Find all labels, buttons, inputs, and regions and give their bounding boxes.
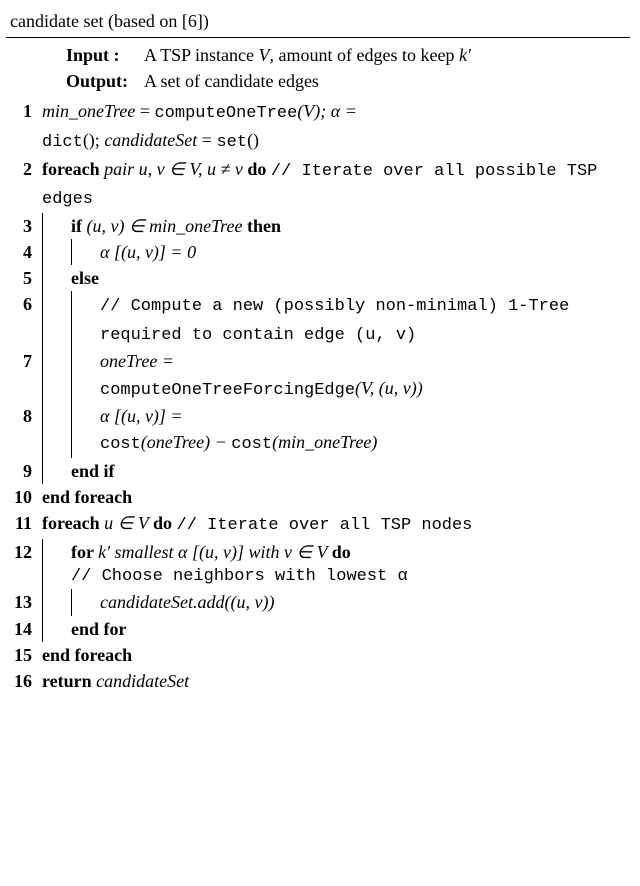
keyword: end foreach (42, 487, 132, 507)
line-number: 16 (6, 668, 42, 694)
comment: // Choose neighbors with lowest α (71, 565, 630, 590)
keyword: end foreach (42, 645, 132, 665)
comment: // Compute a new (possibly non-minimal) … (100, 297, 569, 345)
text: () (247, 130, 259, 150)
algo-line: 1 min_oneTree = computeOneTree(V); α = d… (6, 98, 630, 155)
line-number: 1 (6, 98, 42, 124)
algo-line: 9 end if (6, 458, 630, 484)
keyword: then (247, 216, 281, 236)
text: pair u, v ∈ V, u ≠ v (104, 159, 247, 179)
text: k' smallest α [(u, v)] with v ∈ V (98, 542, 332, 562)
text: ((u, v)) (224, 592, 274, 612)
text: u ∈ V (104, 513, 153, 533)
func: computeOneTreeForcingEdge (100, 381, 355, 400)
algo-line: 13 candidateSet.add((u, v)) (6, 589, 630, 615)
line-number: 15 (6, 642, 42, 668)
rule-top (6, 37, 630, 38)
func: cost (100, 435, 141, 454)
keyword: end if (71, 461, 115, 481)
var: oneTree = (100, 351, 174, 371)
text: (min_oneTree) (272, 432, 377, 452)
line-number: 2 (6, 156, 42, 182)
keyword: end for (71, 619, 127, 639)
var: candidateSet (96, 671, 189, 691)
line-number: 9 (6, 458, 42, 484)
algo-line: 11 foreach u ∈ V do // Iterate over all … (6, 510, 630, 539)
output-text: A set of candidate edges (144, 68, 630, 94)
keyword: if (71, 216, 87, 236)
text: = (197, 130, 216, 150)
line-number: 12 (6, 539, 42, 565)
line-number: 8 (6, 403, 42, 429)
algo-line: 15 end foreach (6, 642, 630, 668)
func: computeOneTree (154, 104, 297, 123)
algo-line: 16 return candidateSet (6, 668, 630, 694)
line-number: 13 (6, 589, 42, 615)
text: = (135, 101, 154, 121)
text: (V, (u, v)) (355, 378, 423, 398)
keyword: do (247, 159, 271, 179)
comment: // Iterate over all TSP nodes (177, 516, 473, 535)
line-number: 6 (6, 291, 42, 317)
text: (); (83, 130, 105, 150)
output-label: Output: (66, 68, 144, 94)
keyword: return (42, 671, 96, 691)
keyword: foreach (42, 159, 104, 179)
keyword: foreach (42, 513, 104, 533)
keyword: else (71, 268, 99, 288)
algo-line: 6 // Compute a new (possibly non-minimal… (6, 291, 630, 348)
text: (oneTree) − (141, 432, 231, 452)
line-number: 10 (6, 484, 42, 510)
algo-line: 5 else (6, 265, 630, 291)
input-label: Input : (66, 42, 144, 68)
algo-line: 10 end foreach (6, 484, 630, 510)
text: α [(u, v)] = 0 (100, 242, 196, 262)
func: set (216, 133, 247, 152)
algo-line: 8 α [(u, v)] = cost(oneTree) − cost(min_… (6, 403, 630, 458)
algo-line: 12 for k' smallest α [(u, v)] with v ∈ V… (6, 539, 630, 590)
text: (V); α = (297, 101, 357, 121)
keyword: do (153, 513, 177, 533)
keyword: do (332, 542, 351, 562)
var: candidateSet.add (100, 592, 224, 612)
line-number: 7 (6, 348, 42, 374)
line-number: 5 (6, 265, 42, 291)
text: (u, v) ∈ min_oneTree (87, 216, 247, 236)
algo-line: 7 oneTree = computeOneTreeForcingEdge(V,… (6, 348, 630, 403)
algo-line: 2 foreach pair u, v ∈ V, u ≠ v do // Ite… (6, 156, 630, 213)
keyword: for (71, 542, 98, 562)
algorithm-caption: candidate set (based on [6]) (6, 8, 630, 34)
var: min_oneTree (42, 101, 135, 121)
input-text: A TSP instance V, amount of edges to kee… (144, 42, 630, 68)
io-block: Input : A TSP instance V, amount of edge… (66, 42, 630, 94)
line-number: 3 (6, 213, 42, 239)
algo-line: 4 α [(u, v)] = 0 (6, 239, 630, 265)
func: cost (231, 435, 272, 454)
func: dict (42, 133, 83, 152)
algo-line: 3 if (u, v) ∈ min_oneTree then (6, 213, 630, 239)
line-number: 11 (6, 510, 42, 536)
algo-line: 14 end for (6, 616, 630, 642)
text: α [(u, v)] = (100, 406, 183, 426)
line-number: 14 (6, 616, 42, 642)
var: candidateSet (104, 130, 197, 150)
line-number: 4 (6, 239, 42, 265)
